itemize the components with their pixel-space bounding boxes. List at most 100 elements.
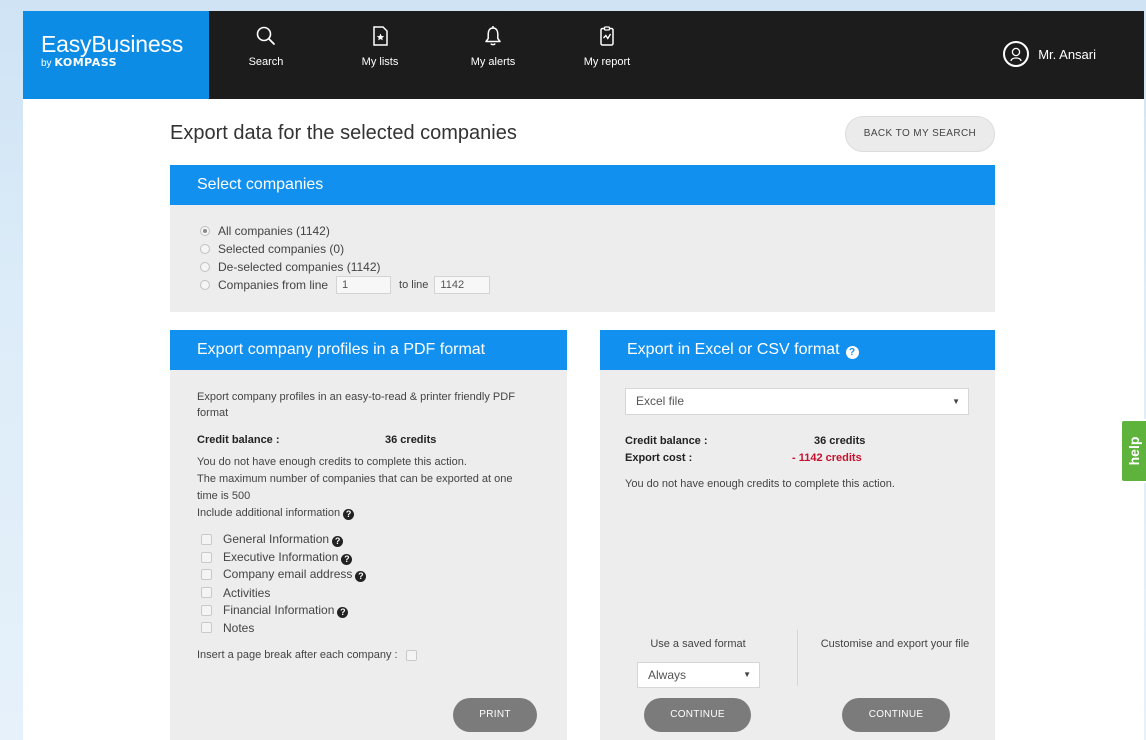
option-financial-information[interactable]: Financial Information? [201, 601, 527, 619]
nav-search-label: Search [248, 56, 284, 68]
radio-all-companies[interactable]: All companies (1142) [200, 222, 995, 240]
app-frame: EasyBusiness by KOMPASS Search My lists [23, 11, 1144, 740]
help-circle-icon[interactable]: ? [341, 553, 353, 565]
radio-deselected-companies[interactable]: De-selected companies (1142) [200, 258, 995, 276]
option-label: Financial Information [223, 602, 335, 617]
saved-format-select[interactable]: Always ▼ [637, 662, 760, 688]
help-tab[interactable]: help [1120, 419, 1146, 483]
help-circle-icon[interactable]: ? [845, 346, 859, 359]
pdf-export-panel: Export company profiles in a PDF format … [170, 330, 567, 740]
excel-credit-value: 36 credits [814, 435, 866, 447]
nav-my-lists-label: My lists [361, 56, 399, 68]
list-star-icon [373, 26, 388, 46]
help-circle-icon[interactable]: ? [337, 606, 349, 618]
excel-credit-block: Credit balance : 36 credits Export cost … [625, 433, 955, 493]
excel-cost-value: - 1142 credits [792, 452, 862, 464]
brand-logo[interactable]: EasyBusiness by KOMPASS [23, 11, 209, 99]
nav-my-alerts-label: My alerts [470, 56, 516, 68]
customise-label: Customise and export your file [820, 638, 970, 650]
chevron-down-icon: ▼ [952, 397, 960, 406]
checkbox[interactable] [201, 587, 212, 599]
pdf-credit-label: Credit balance : [197, 434, 280, 446]
radio-label: All companies (1142) [218, 224, 330, 238]
help-tab-label: help [1126, 436, 1142, 466]
include-info-row: Include additional information? [197, 505, 527, 522]
pdf-export-heading: Export company profiles in a PDF format [170, 330, 567, 370]
select-companies-heading: Select companies [170, 165, 995, 205]
checkbox[interactable] [201, 534, 212, 546]
excel-not-enough-credits: You do not have enough credits to comple… [625, 478, 895, 490]
include-info-label: Include additional information [197, 507, 341, 519]
radio-button-checked[interactable] [200, 226, 210, 236]
option-label: Executive Information [223, 549, 339, 564]
radio-label: Companies from line [218, 278, 329, 292]
option-activities[interactable]: Activities [201, 584, 527, 602]
pdf-credit-row: Credit balance : 36 credits [197, 432, 527, 449]
to-line-label: to line [399, 279, 429, 291]
page-break-checkbox[interactable] [405, 649, 417, 661]
radio-selected-companies[interactable]: Selected companies (0) [200, 240, 995, 258]
export-format-select[interactable]: Excel file ▼ [625, 388, 969, 415]
print-button[interactable]: PRINT [453, 698, 537, 732]
option-company-email[interactable]: Company email address? [201, 566, 527, 584]
brand-name: EasyBusiness [41, 31, 184, 57]
nav-my-alerts[interactable]: My alerts [453, 25, 533, 68]
chevron-down-icon: ▼ [743, 670, 751, 679]
page-break-row: Insert a page break after each company : [197, 647, 527, 664]
option-label: Notes [223, 620, 255, 635]
nav-my-lists[interactable]: My lists [340, 25, 420, 68]
excel-export-heading: Export in Excel or CSV format? [600, 330, 995, 370]
help-circle-icon[interactable]: ? [332, 536, 344, 548]
top-header: EasyBusiness by KOMPASS Search My lists [23, 11, 1144, 99]
option-label: Company email address [223, 567, 353, 582]
search-icon [256, 26, 275, 45]
from-line-input[interactable]: 1 [336, 276, 392, 294]
checkbox[interactable] [201, 551, 212, 563]
saved-format-value: Always [648, 668, 687, 682]
radio-button[interactable] [200, 244, 210, 254]
bell-icon [485, 26, 501, 46]
to-line-input[interactable]: 1142 [434, 276, 491, 294]
option-label: Activities [223, 585, 271, 600]
page-title: Export data for the selected companies [170, 122, 517, 144]
saved-format-label: Use a saved format [650, 638, 746, 650]
nav-my-report[interactable]: My report [567, 25, 647, 68]
radio-button[interactable] [200, 262, 210, 272]
checkbox[interactable] [201, 622, 212, 634]
export-format-value: Excel file [636, 394, 685, 408]
radio-companies-from-line[interactable]: Companies from line 1 to line 1142 [200, 276, 995, 294]
excel-cost-label: Export cost : [625, 452, 693, 464]
back-to-search-button[interactable]: BACK TO MY SEARCH [845, 116, 995, 152]
select-companies-panel: Select companies All companies (1142) Se… [170, 165, 995, 312]
checkbox[interactable] [201, 604, 212, 616]
excel-export-title: Export in Excel or CSV format [627, 341, 840, 358]
user-name: Mr. Ansari [1038, 46, 1096, 62]
option-notes[interactable]: Notes [201, 619, 527, 637]
excel-credit-row: Credit balance : 36 credits [625, 433, 955, 450]
pdf-description: Export company profiles in an easy-to-re… [197, 391, 515, 419]
page-break-label: Insert a page break after each company : [197, 648, 398, 661]
continue-saved-format-button[interactable]: CONTINUE [644, 698, 751, 732]
pdf-not-enough-credits: You do not have enough credits to comple… [197, 456, 467, 468]
brand-byline: by KOMPASS [41, 56, 118, 70]
report-clipboard-icon [600, 26, 614, 46]
pdf-max-note: The maximum number of companies that can… [197, 473, 513, 502]
radio-label: De-selected companies (1142) [218, 260, 381, 274]
checkbox[interactable] [201, 569, 212, 581]
option-label: General Information [223, 532, 330, 547]
vertical-divider [797, 630, 798, 686]
help-circle-icon[interactable]: ? [355, 571, 367, 583]
option-executive-information[interactable]: Executive Information? [201, 549, 527, 567]
excel-export-panel: Export in Excel or CSV format? Excel fil… [600, 330, 995, 740]
pdf-credit-value: 36 credits [385, 434, 437, 446]
excel-cost-row: Export cost : - 1142 credits [625, 450, 955, 467]
radio-button[interactable] [200, 280, 210, 290]
help-circle-icon[interactable]: ? [343, 509, 355, 520]
option-general-information[interactable]: General Information? [201, 531, 527, 549]
user-menu[interactable]: Mr. Ansari [1003, 41, 1096, 67]
user-avatar-icon [1003, 41, 1030, 67]
nav-search[interactable]: Search [226, 25, 306, 68]
radio-label: Selected companies (0) [218, 242, 345, 256]
nav-my-report-label: My report [583, 56, 631, 68]
continue-customise-button[interactable]: CONTINUE [842, 698, 950, 732]
